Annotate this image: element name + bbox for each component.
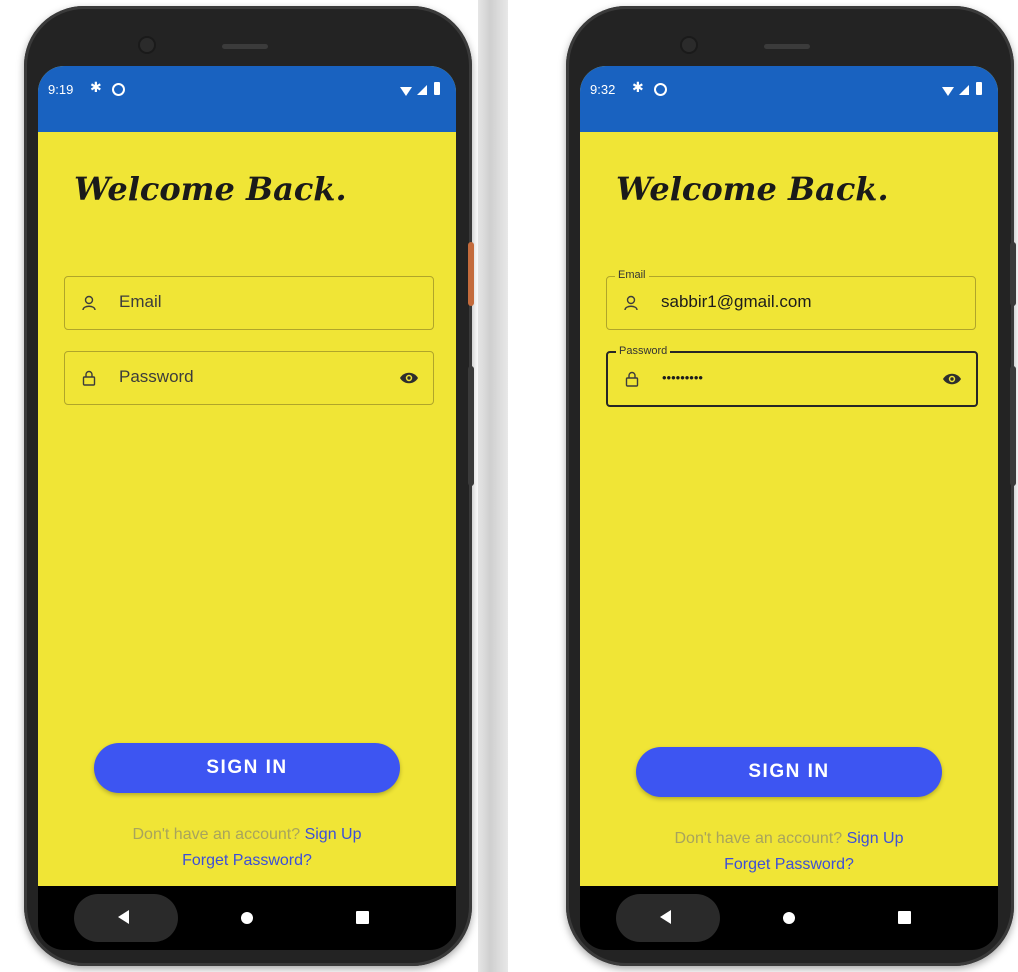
- no-account-text: Don't have an account?: [132, 826, 301, 843]
- front-camera: [140, 38, 154, 52]
- earpiece-speaker: [222, 44, 268, 49]
- power-button: [468, 366, 474, 486]
- email-placeholder: Email: [119, 292, 162, 311]
- status-bar: 9:19 ✱: [38, 66, 456, 132]
- sign-in-button[interactable]: SIGN IN: [94, 743, 400, 793]
- email-floating-label: Email: [615, 269, 649, 281]
- forget-password-link[interactable]: Forget Password?: [580, 856, 998, 874]
- email-field[interactable]: Email sabbir1@gmail.com: [606, 269, 976, 330]
- person-icon: [82, 295, 96, 311]
- nav-home-icon[interactable]: [241, 912, 253, 924]
- navigation-bar: [580, 886, 998, 950]
- volume-button: [468, 242, 474, 306]
- email-value: sabbir1@gmail.com: [661, 292, 812, 311]
- sign-in-button[interactable]: SIGN IN: [636, 747, 942, 797]
- signup-prompt: Don't have an account? Sign Up: [580, 830, 998, 848]
- status-time: 9:32: [590, 82, 616, 97]
- password-field[interactable]: Password: [64, 351, 434, 405]
- password-value: •••••••••: [662, 370, 703, 385]
- settings-gear-icon: ✱: [90, 80, 102, 96]
- person-icon: [624, 295, 638, 311]
- login-screen: 9:32 ✱ Welcome Back. Email sabbir1@gmail…: [580, 66, 998, 890]
- page-title: Welcome Back.: [74, 170, 347, 208]
- settings-gear-icon: ✱: [632, 80, 644, 96]
- status-bar: 9:32 ✱: [580, 66, 998, 132]
- background-divider: [478, 0, 508, 972]
- signup-prompt: Don't have an account? Sign Up: [38, 826, 456, 844]
- no-account-text: Don't have an account?: [674, 830, 843, 847]
- status-time: 9:19: [48, 82, 74, 97]
- sign-up-link[interactable]: Sign Up: [305, 826, 362, 843]
- email-field[interactable]: Email: [64, 276, 434, 330]
- navigation-bar: [38, 886, 456, 950]
- battery-icon: [976, 82, 982, 95]
- power-button: [1010, 366, 1016, 486]
- nav-back-icon[interactable]: [660, 910, 671, 924]
- eye-icon[interactable]: [399, 371, 419, 385]
- login-screen: 9:19 ✱ Welcome Back. Email Password SIGN…: [38, 66, 456, 890]
- lock-icon: [82, 370, 96, 386]
- front-camera: [682, 38, 696, 52]
- password-placeholder: Password: [119, 367, 194, 386]
- do-not-disturb-icon: [112, 83, 125, 96]
- nav-recent-icon[interactable]: [356, 911, 369, 924]
- wifi-icon: [942, 87, 954, 96]
- phone-frame-empty: 9:19 ✱ Welcome Back. Email Password SIGN…: [24, 6, 474, 966]
- forget-password-link[interactable]: Forget Password?: [38, 852, 456, 870]
- nav-recent-icon[interactable]: [898, 911, 911, 924]
- volume-button: [1010, 242, 1016, 306]
- password-floating-label: Password: [616, 345, 671, 357]
- password-field[interactable]: Password •••••••••: [606, 345, 978, 407]
- lock-icon: [625, 371, 639, 387]
- cell-signal-icon: [959, 85, 969, 95]
- sign-up-link[interactable]: Sign Up: [847, 830, 904, 847]
- eye-icon[interactable]: [942, 372, 962, 386]
- page-title: Welcome Back.: [616, 170, 889, 208]
- cell-signal-icon: [417, 85, 427, 95]
- wifi-icon: [400, 87, 412, 96]
- phone-frame-filled: 9:32 ✱ Welcome Back. Email sabbir1@gmail…: [566, 6, 1016, 966]
- battery-icon: [434, 82, 440, 95]
- nav-back-icon[interactable]: [118, 910, 129, 924]
- earpiece-speaker: [764, 44, 810, 49]
- do-not-disturb-icon: [654, 83, 667, 96]
- nav-home-icon[interactable]: [783, 912, 795, 924]
